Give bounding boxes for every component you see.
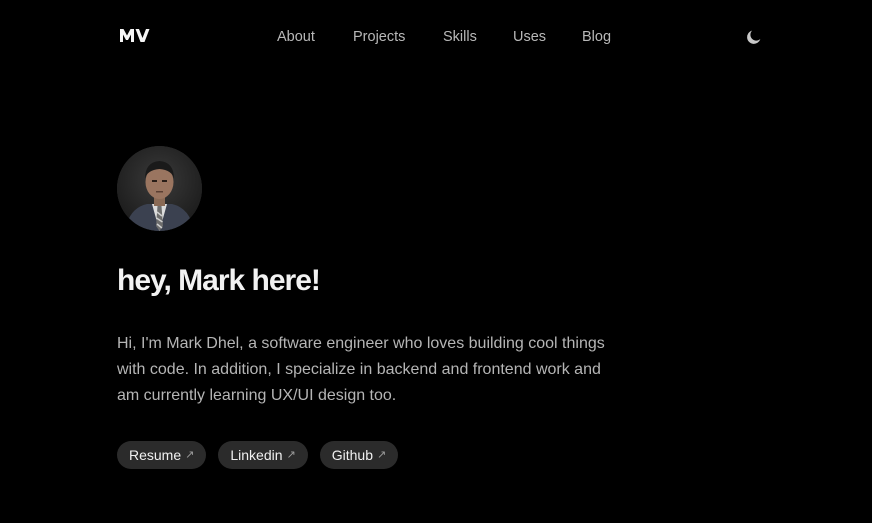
intro-paragraph: Hi, I'm Mark Dhel, a software engineer w… (117, 335, 605, 404)
github-link-label: Github (331, 447, 373, 463)
nav-item-skills[interactable]: Skills (443, 27, 513, 47)
nav-item-about[interactable]: About (277, 27, 353, 47)
page-title: hey, Mark here! (117, 264, 321, 297)
nav-item-uses[interactable]: Uses (513, 27, 582, 47)
logo-mv[interactable] (119, 25, 150, 45)
resume-link-label: Resume (129, 447, 182, 463)
external-arrow-icon: ↗ (185, 448, 195, 461)
github-link[interactable]: Github ↗ (319, 441, 399, 469)
avatar (117, 146, 202, 231)
main-nav: About Projects Skills Uses Blog (277, 27, 622, 47)
external-arrow-icon: ↗ (286, 448, 296, 461)
linkedin-link[interactable]: Linkedin ↗ (218, 441, 308, 469)
nav-item-projects[interactable]: Projects (353, 27, 443, 47)
nav-item-blog[interactable]: Blog (582, 27, 622, 47)
portfolio-page: About Projects Skills Uses Blog hey, Mar… (0, 0, 872, 523)
moon-icon (747, 30, 761, 44)
external-arrow-icon: ↗ (376, 448, 387, 461)
theme-toggle-button[interactable] (744, 27, 764, 47)
resume-link[interactable]: Resume ↗ (117, 441, 207, 469)
linkedin-link-label: Linkedin (230, 447, 283, 463)
profile-photo (117, 146, 202, 231)
logo-mv-icon (120, 29, 150, 42)
site-header: About Projects Skills Uses Blog (0, 0, 872, 74)
social-links: Resume ↗ Linkedin ↗ Github ↗ (117, 441, 399, 469)
